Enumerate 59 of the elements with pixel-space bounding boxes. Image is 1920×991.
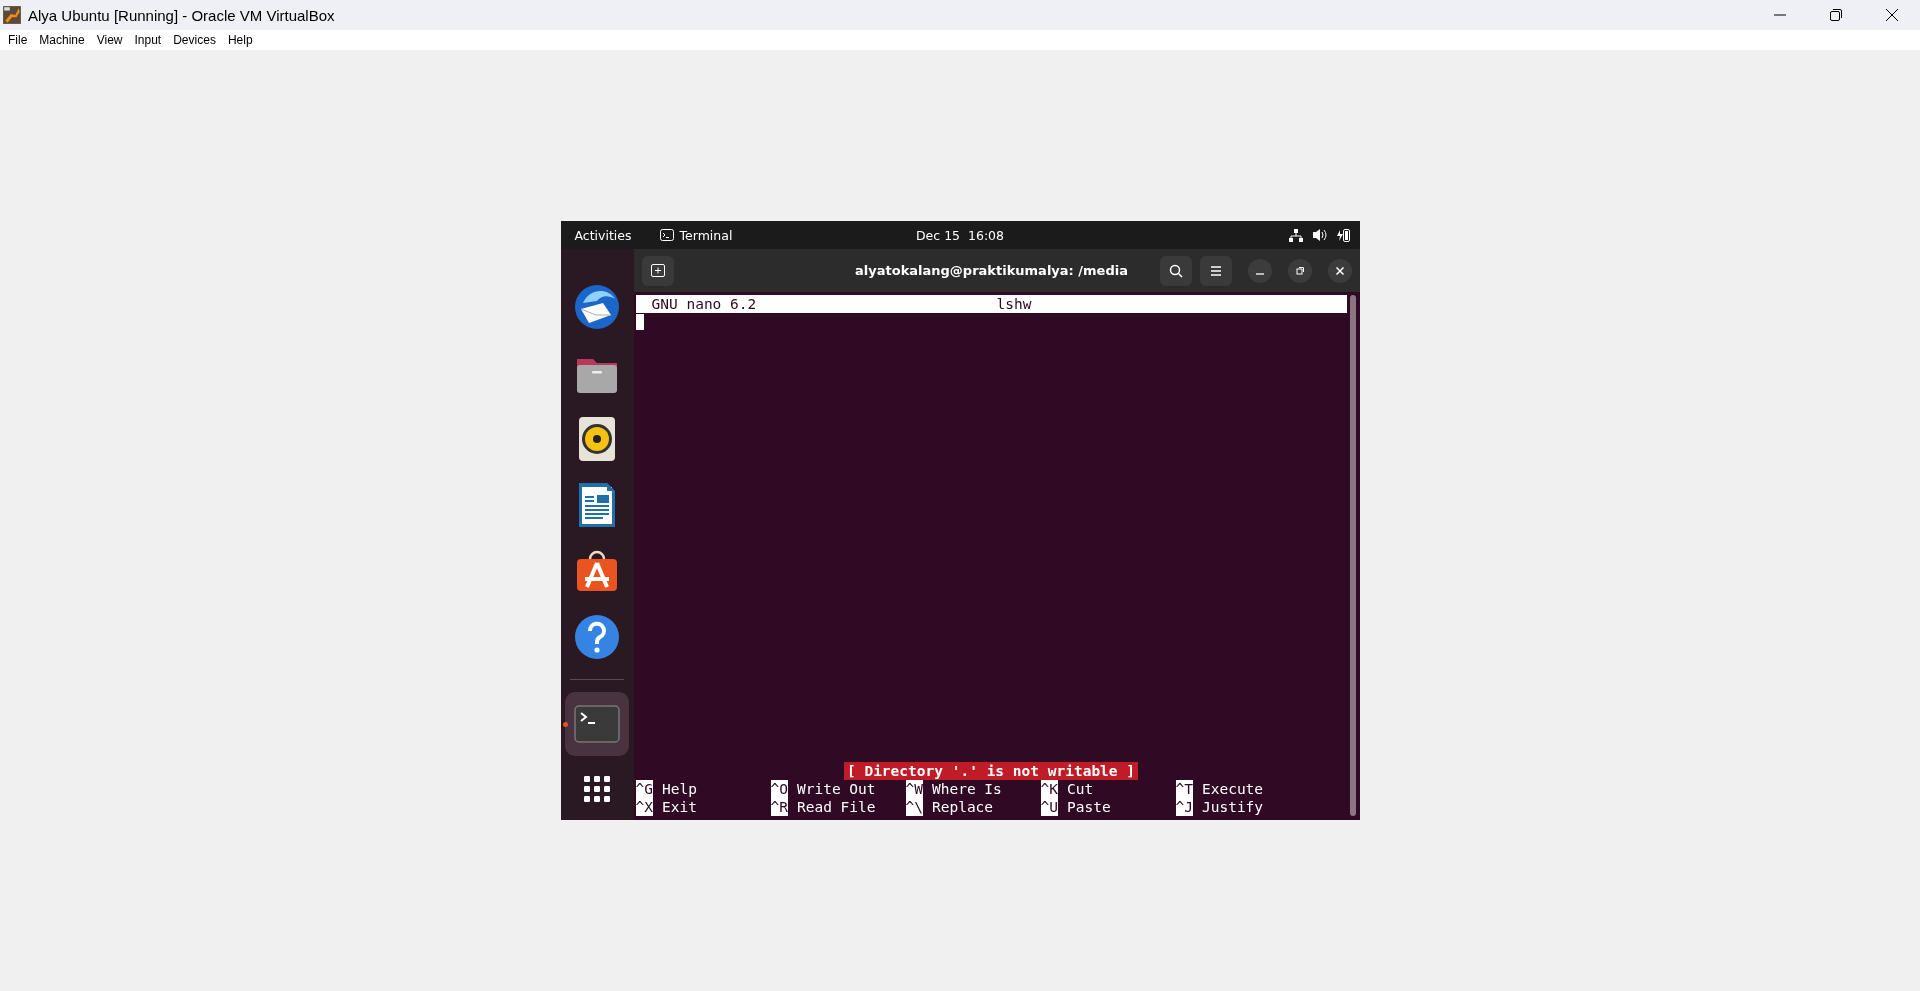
menu-item[interactable]: View — [90, 33, 129, 47]
window-title: Alya Ubuntu [Running] - Oracle VM VirtualBox — [28, 6, 336, 24]
menu-button[interactable] — [1199, 255, 1232, 286]
menu-icon — [1209, 264, 1222, 277]
shortcut-label: Help — [661, 780, 697, 798]
shortcut-label: Justify — [1201, 798, 1264, 816]
shortcut-label: Paste — [1066, 798, 1111, 816]
app-logo-icon — [2, 5, 22, 25]
shortcut-label: Replace — [931, 798, 994, 816]
network-icon[interactable] — [1288, 228, 1303, 242]
search-button[interactable] — [1159, 255, 1192, 286]
terminal-icon — [659, 229, 674, 241]
menu-item[interactable]: Devices — [167, 33, 222, 47]
nano-version: GNU nano 6.2 — [651, 295, 758, 313]
shortcut-key: ^\ — [905, 798, 923, 816]
shortcut-label: Execute — [1201, 780, 1264, 798]
mail-app-icon — [573, 283, 621, 331]
file-name: lshw — [996, 295, 1032, 313]
running-indicator — [563, 721, 568, 727]
app-name: Terminal — [679, 227, 733, 243]
menu-item[interactable]: File — [2, 33, 34, 47]
shortcut-key: ^J — [1175, 798, 1193, 816]
shortcut-label: Write Out — [796, 780, 876, 798]
shortcut-label: Where Is — [931, 780, 1002, 798]
scrollbar[interactable] — [1349, 295, 1356, 816]
battery-icon[interactable] — [1336, 227, 1350, 243]
new-tab-button[interactable] — [641, 255, 674, 286]
volume-icon[interactable] — [1312, 228, 1327, 242]
shortcut-key: ^R — [770, 798, 788, 816]
close-button[interactable] — [1327, 258, 1352, 283]
shortcut-key: ^T — [1175, 780, 1193, 798]
help-icon — [573, 613, 621, 661]
terminal-title: alyatokalang@praktikumalya: /media — [854, 263, 1129, 278]
app-grid-icon[interactable] — [584, 776, 610, 802]
close-icon — [1885, 8, 1899, 22]
shortcut-key: ^U — [1040, 798, 1058, 816]
shortcut-label: Cut — [1066, 780, 1094, 798]
clock[interactable]: Dec 15 16:08 — [916, 227, 1004, 243]
shortcut-key: ^K — [1040, 780, 1058, 798]
restore-button[interactable] — [1287, 258, 1312, 283]
new-tab-icon — [650, 264, 665, 277]
shortcut-label: Read File — [796, 798, 876, 816]
menu-item[interactable]: Machine — [33, 33, 91, 47]
restore-icon — [1293, 264, 1306, 277]
menu-item[interactable]: Input — [128, 33, 168, 47]
menu-item[interactable]: Help — [221, 33, 259, 47]
shortcut-label: Exit — [661, 798, 697, 816]
shortcut-key: ^W — [905, 780, 923, 798]
status-message: [ Directory '.' is not writable ] — [843, 762, 1139, 780]
app-menu[interactable]: Terminal — [659, 227, 733, 243]
activities-button[interactable]: Activities — [574, 227, 632, 243]
shortcut-key: ^G — [635, 780, 653, 798]
minimize-button[interactable] — [1247, 258, 1272, 283]
restore-icon — [1829, 8, 1843, 22]
shortcut-key: ^X — [635, 798, 653, 816]
shortcut-key: ^O — [770, 780, 788, 798]
search-icon — [1168, 263, 1183, 278]
close-icon — [1333, 264, 1346, 277]
minimize-icon — [1255, 272, 1264, 275]
